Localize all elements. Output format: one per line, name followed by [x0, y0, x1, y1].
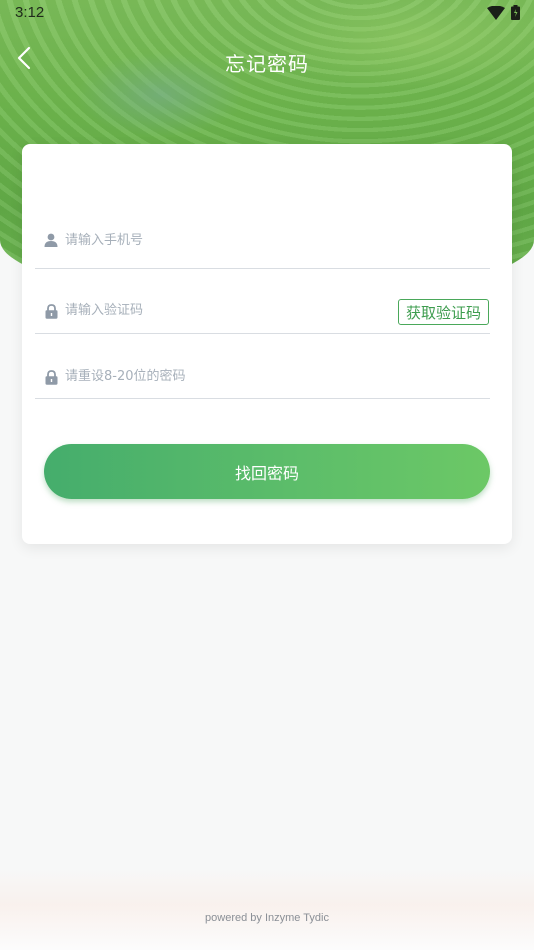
recover-password-button[interactable]: 找回密码 [44, 444, 490, 499]
lock-icon [43, 303, 59, 319]
status-bar: 3:12 [0, 0, 534, 28]
powered-by-text: powered by Inzyme Tydic [205, 912, 329, 924]
nav-bar: 忘记密码 [0, 38, 534, 82]
verification-code-input[interactable] [65, 298, 365, 322]
phone-field [35, 220, 490, 269]
status-time: 3:12 [15, 4, 45, 21]
status-icons [487, 5, 520, 24]
new-password-field [35, 360, 490, 399]
page-title: 忘记密码 [225, 52, 309, 76]
forgot-password-page: 3:12 忘记密码 请输入手机号 请输入验证码 获取验证码 找回密码 power… [0, 0, 534, 950]
wifi-icon [487, 5, 505, 24]
user-icon [43, 232, 59, 248]
footer: powered by Inzyme Tydic [0, 868, 534, 950]
lock-icon [43, 369, 59, 385]
verification-code-field: 获取验证码 [35, 294, 490, 334]
form-card: 获取验证码 找回密码 [22, 144, 512, 544]
battery-icon [511, 5, 520, 24]
phone-input[interactable] [65, 228, 365, 252]
new-password-input[interactable] [65, 364, 365, 388]
get-code-button[interactable]: 获取验证码 [397, 299, 489, 325]
